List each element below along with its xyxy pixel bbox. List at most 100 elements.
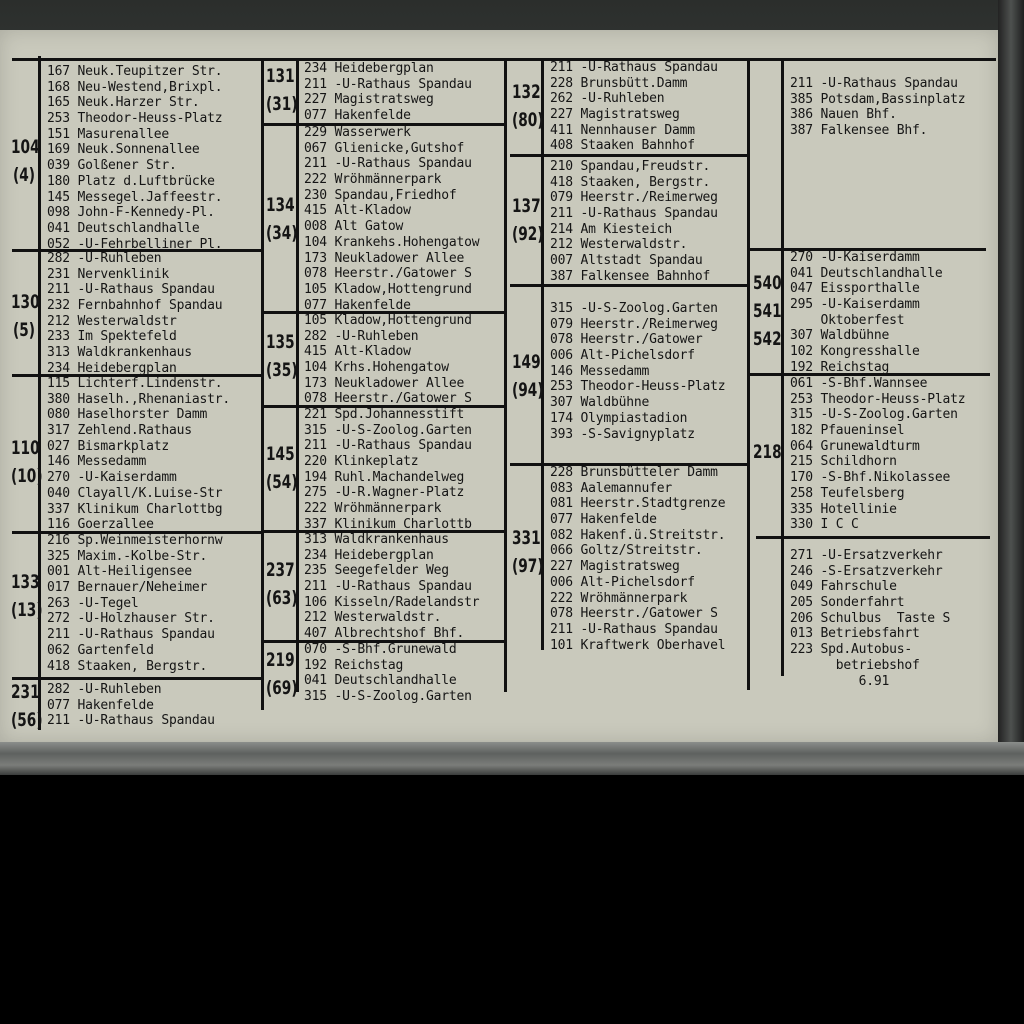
route-number-104: 104 (4)	[11, 133, 40, 189]
stop-entry: 077 Hakenfelde	[304, 297, 411, 313]
stop-entry: 067 Glienicke,Gutshof	[304, 140, 465, 156]
stop-entry: 330 I C C	[790, 517, 859, 533]
stop-entry: 165 Neuk.Harzer Str.	[47, 95, 200, 111]
stop-entry: 211 -U-Rathaus Spandau	[550, 621, 718, 637]
stop-entry: 182 Pfaueninsel	[790, 423, 905, 439]
route-number: 132	[512, 81, 541, 103]
stop-entry: 105 Kladow,Hottengrund	[304, 313, 472, 328]
stop-entry: 6.91	[790, 673, 890, 689]
route-destination-board: 104 (4) 167 Neuk.Teupitzer Str. 168 Neu-…	[0, 30, 998, 742]
group-separator	[12, 677, 264, 680]
stop-entry: 174 Olympiastadion	[550, 410, 688, 426]
stop-entry: 146 Messedamm	[47, 454, 147, 470]
route-code: (34)	[266, 222, 298, 244]
route-number-218: 218	[753, 438, 782, 466]
stop-entry: 216 Sp.Weinmeisterhornw	[47, 533, 223, 548]
stop-entry: 385 Potsdam,Bassinplatz	[790, 91, 966, 107]
stop-list-331: 228 Brunsbütteler Damm 083 Aalemannufer …	[550, 465, 726, 653]
stop-entry: 253 Theodor-Heuss-Platz	[47, 111, 223, 127]
column-divider	[261, 58, 264, 710]
stop-entry: 222 Wröhmännerpark	[304, 501, 442, 517]
route-number: 149	[512, 351, 541, 373]
stop-entry: 052 -U-Fehrbelliner Pl.	[47, 236, 223, 252]
stop-entry: 215 Schildhorn	[790, 454, 897, 470]
stop-entry: 408 Staaken Bahnhof	[550, 138, 695, 154]
stop-entry: 061 -S-Bhf.Wannsee	[790, 376, 928, 391]
stop-entry: 039 Golßener Str.	[47, 158, 177, 174]
stop-list-regional: 211 -U-Rathaus Spandau 385 Potsdam,Bassi…	[790, 76, 966, 139]
stop-entry: 307 Waldbühne	[550, 395, 650, 411]
stop-entry: 078 Heerstr./Gatower	[550, 332, 703, 348]
stop-list-231: 282 -U-Ruhleben 077 Hakenfelde 211 -U-Ra…	[47, 682, 215, 729]
stop-entry: 080 Haselhorster Damm	[47, 407, 208, 423]
stop-entry: 098 John-F-Kennedy-Pl.	[47, 205, 215, 221]
stop-entry: 006 Alt-Pichelsdorf	[550, 348, 695, 364]
stop-list-132: 211 -U-Rathaus Spandau 228 Brunsbütt.Dam…	[550, 60, 718, 154]
route-number: 542	[753, 328, 782, 350]
stop-entry: 078 Heerstr./Gatower S	[550, 606, 718, 622]
stop-entry: 079 Heerstr./Reimerweg	[550, 190, 718, 206]
route-code: (54)	[266, 471, 298, 493]
stop-entry: 315 -U-S-Zoolog.Garten	[790, 407, 958, 423]
route-number-331: 331 (97)	[512, 524, 544, 580]
stop-entry: 211 -U-Rathaus Spandau	[47, 282, 215, 298]
stop-entry: 173 Neukladower Allee	[304, 375, 465, 391]
stop-entry: 325 Maxim.-Kolbe-Str.	[47, 548, 208, 564]
group-separator	[510, 154, 747, 157]
stop-list-134: 229 Wasserwerk 067 Glienicke,Gutshof 211…	[304, 125, 480, 313]
route-number: 133	[11, 571, 40, 593]
stop-entry: 387 Falkensee Bahnhof	[550, 268, 711, 284]
stop-entry: 380 Haselh.,Rhenaniastr.	[47, 391, 231, 407]
stop-entry: 418 Staaken, Bergstr.	[47, 658, 208, 674]
stop-entry: 270 -U-Kaiserdamm	[47, 470, 177, 486]
stop-entry: 418 Staaken, Bergstr.	[550, 174, 711, 190]
stop-entry: 105 Kladow,Hottengrund	[304, 281, 472, 297]
stop-entry: 233 Im Spektefeld	[47, 329, 177, 345]
stop-entry: 315 -U-S-Zoolog.Garten	[304, 689, 472, 705]
stop-entry: 211 -U-Rathaus Spandau	[304, 438, 472, 454]
stop-entry: betriebshof	[790, 657, 920, 673]
route-number: 131	[266, 65, 295, 87]
stop-entry: 411 Nennhauser Damm	[550, 122, 695, 138]
stop-entry: 041 Deutschlandhalle	[790, 265, 943, 281]
stop-entry: 077 Hakenfelde	[550, 512, 657, 528]
route-number: 145	[266, 443, 295, 465]
stop-list-131: 234 Heidebergplan 211 -U-Rathaus Spandau…	[304, 61, 472, 124]
stop-entry: 315 -U-S-Zoolog.Garten	[550, 301, 718, 316]
stop-entry: 211 -U-Rathaus Spandau	[304, 156, 472, 172]
stop-entry: 078 Heerstr./Gatower S	[304, 266, 472, 282]
route-number: 135	[266, 331, 295, 353]
stop-entry: 168 Neu-Westend,Brixpl.	[47, 79, 223, 95]
group-separator	[756, 536, 990, 539]
route-number: 331	[512, 527, 541, 549]
stop-entry: 221 Spd.Johannesstift	[304, 407, 465, 422]
stop-entry: 101 Kraftwerk Oberhavel	[550, 637, 726, 653]
stop-entry: 282 -U-Ruhleben	[304, 328, 419, 344]
stop-entry: 228 Brunsbütteler Damm	[550, 465, 718, 480]
stop-entry: 231 Nervenklinik	[47, 266, 170, 282]
stop-entry: 212 Westerwaldstr	[47, 313, 177, 329]
stop-entry: 082 Hakenf.ü.Streitstr.	[550, 527, 726, 543]
route-code: (63)	[266, 587, 298, 609]
stop-entry: 006 Alt-Pichelsdorf	[550, 574, 695, 590]
route-number-237: 237 (63)	[266, 556, 298, 612]
stop-entry: 234 Heidebergplan	[304, 61, 434, 76]
stop-entry: 211 -U-Rathaus Spandau	[550, 206, 718, 222]
stop-entry: 335 Hotellinie	[790, 501, 897, 517]
stop-entry: 027 Bismarkplatz	[47, 438, 170, 454]
stop-entry: 173 Neukladower Allee	[304, 250, 465, 266]
stop-entry: 205 Sonderfahrt	[790, 595, 905, 611]
stop-entry: 211 -U-Rathaus Spandau	[304, 579, 472, 595]
route-number-135: 135 (35)	[266, 328, 298, 384]
route-number-133: 133 (13)	[11, 568, 43, 624]
route-code: (31)	[266, 93, 298, 115]
stop-entry: 272 -U-Holzhauser Str.	[47, 611, 215, 627]
stop-entry: 040 Clayall/K.Luise-Str	[47, 485, 223, 501]
stop-entry: 041 Deutschlandhalle	[47, 220, 200, 236]
stop-list-special: 271 -U-Ersatzverkehr 246 -S-Ersatzverkeh…	[790, 548, 950, 689]
stop-list-137: 210 Spandau,Freudstr. 418 Staaken, Bergs…	[550, 159, 718, 285]
stop-entry: 192 Reichstag	[790, 359, 890, 375]
stop-entry: 223 Spd.Autobus-	[790, 642, 913, 658]
route-number-145: 145 (54)	[266, 440, 298, 496]
stop-list-237: 313 Waldkrankenhaus 234 Heidebergplan 23…	[304, 532, 480, 642]
